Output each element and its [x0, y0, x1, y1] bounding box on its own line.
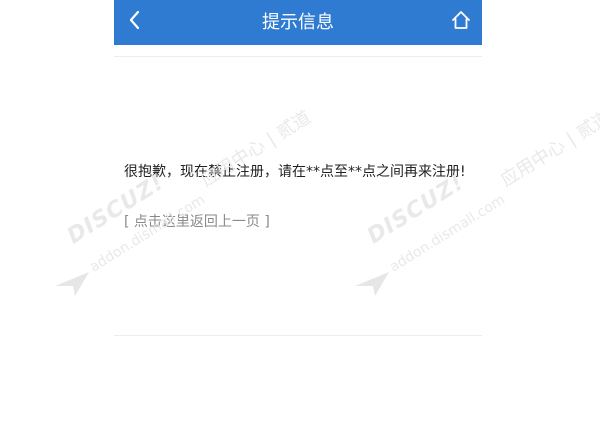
back-link-line: [ 点击这里返回上一页 ] [124, 210, 270, 234]
watermark-cn: 应用中心 | 贰道 [497, 106, 600, 192]
top-divider [114, 56, 482, 57]
go-back-link[interactable]: 点击这里返回上一页 [134, 214, 260, 230]
page-title: 提示信息 [262, 12, 334, 33]
home-button[interactable] [448, 9, 474, 35]
watermark-logo-icon [53, 268, 93, 298]
notice-message: 很抱歉，现在禁止注册，请在**点至**点之间再来注册! [124, 164, 466, 180]
page: 提示信息 很抱歉，现在禁止注册，请在**点至**点之间再来注册! [ 点击这里返… [114, 0, 482, 431]
link-bracket-close: ] [264, 214, 270, 230]
top-bar: 提示信息 [114, 0, 482, 45]
link-bracket-open: [ [124, 214, 130, 230]
bottom-divider [114, 335, 482, 336]
home-icon [450, 9, 472, 35]
